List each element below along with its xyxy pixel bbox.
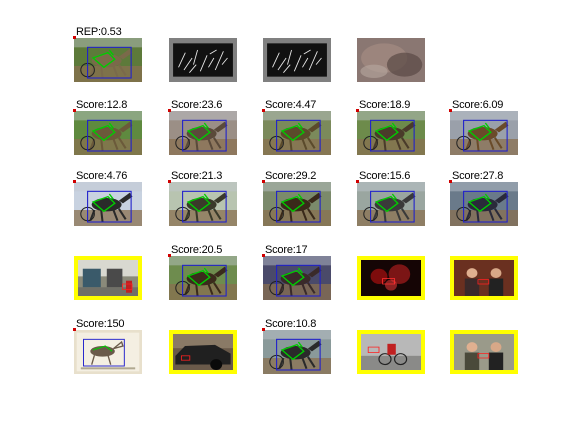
- marker-dot: [168, 254, 171, 257]
- marker-dot: [73, 328, 76, 331]
- marker-dot: [356, 109, 359, 112]
- thumbnail-graphic: [263, 38, 331, 82]
- retrieved-image: [263, 330, 331, 374]
- thumbnail-graphic: [357, 38, 425, 82]
- retrieved-image: [357, 38, 425, 82]
- retrieved-image: [169, 256, 237, 300]
- retrieved-image: [74, 38, 142, 82]
- score-label: Score:18.9: [359, 99, 411, 111]
- score-label: Score:6.09: [452, 99, 504, 111]
- retrieved-image-highlighted: [169, 330, 237, 374]
- retrieved-image: [450, 182, 518, 226]
- score-label: Score:27.8: [452, 170, 504, 182]
- marker-dot: [262, 328, 265, 331]
- score-label: Score:29.2: [265, 170, 317, 182]
- thumbnail-graphic: [454, 260, 514, 296]
- marker-dot: [73, 36, 76, 39]
- thumbnail-graphic: [450, 182, 518, 226]
- retrieved-image: [74, 330, 142, 374]
- thumbnail-graphic: [361, 334, 421, 370]
- thumbnail-graphic: [263, 111, 331, 155]
- result-grid: REP:0.53 Score:12.8 Score:23.6 Score:4.47 Sc…: [0, 0, 576, 432]
- retrieved-image: [357, 111, 425, 155]
- thumbnail-graphic: [169, 38, 237, 82]
- score-label: Score:150: [76, 318, 125, 330]
- retrieved-image: [263, 182, 331, 226]
- retrieved-image: [357, 182, 425, 226]
- thumbnail-graphic: [357, 182, 425, 226]
- thumbnail-graphic: [450, 111, 518, 155]
- thumbnail-graphic: [169, 111, 237, 155]
- thumbnail-graphic: [173, 334, 233, 370]
- retrieved-image: [169, 111, 237, 155]
- thumbnail-graphic: [169, 256, 237, 300]
- marker-dot: [73, 109, 76, 112]
- score-label: Score:15.6: [359, 170, 411, 182]
- thumbnail-graphic: [169, 182, 237, 226]
- retrieved-image: [74, 111, 142, 155]
- thumbnail-graphic: [74, 38, 142, 82]
- thumbnail-graphic: [263, 330, 331, 374]
- thumbnail-graphic: [454, 334, 514, 370]
- score-label: Score:20.5: [171, 244, 223, 256]
- thumbnail-graphic: [263, 256, 331, 300]
- thumbnail-graphic: [78, 260, 138, 296]
- thumbnail-graphic: [74, 111, 142, 155]
- retrieved-image-highlighted: [450, 256, 518, 300]
- score-label: Score:12.8: [76, 99, 128, 111]
- retrieved-image: [169, 182, 237, 226]
- retrieved-image: [263, 111, 331, 155]
- retrieved-image: [74, 182, 142, 226]
- retrieved-image-highlighted: [357, 256, 425, 300]
- retrieved-image-highlighted: [357, 330, 425, 374]
- marker-dot: [262, 254, 265, 257]
- marker-dot: [168, 109, 171, 112]
- thumbnail-graphic: [357, 111, 425, 155]
- thumbnail-graphic: [361, 260, 421, 296]
- thumbnail-graphic: [74, 330, 142, 374]
- score-label: Score:4.47: [265, 99, 317, 111]
- score-label: Score:10.8: [265, 318, 317, 330]
- thumbnail-graphic: [263, 182, 331, 226]
- retrieved-image: [263, 256, 331, 300]
- marker-dot: [262, 109, 265, 112]
- thumbnail-graphic: [74, 182, 142, 226]
- score-label: Score:23.6: [171, 99, 223, 111]
- retrieved-image-highlighted: [450, 330, 518, 374]
- marker-dot: [73, 180, 76, 183]
- score-label: Score:4.76: [76, 170, 128, 182]
- retrieved-image: [263, 38, 331, 82]
- rep-score-label: REP:0.53: [76, 26, 122, 38]
- marker-dot: [356, 180, 359, 183]
- score-label: Score:21.3: [171, 170, 223, 182]
- retrieved-image-highlighted: [74, 256, 142, 300]
- marker-dot: [262, 180, 265, 183]
- retrieved-image: [169, 38, 237, 82]
- marker-dot: [449, 109, 452, 112]
- marker-dot: [168, 180, 171, 183]
- score-label: Score:17: [265, 244, 308, 256]
- retrieved-image: [450, 111, 518, 155]
- marker-dot: [449, 180, 452, 183]
